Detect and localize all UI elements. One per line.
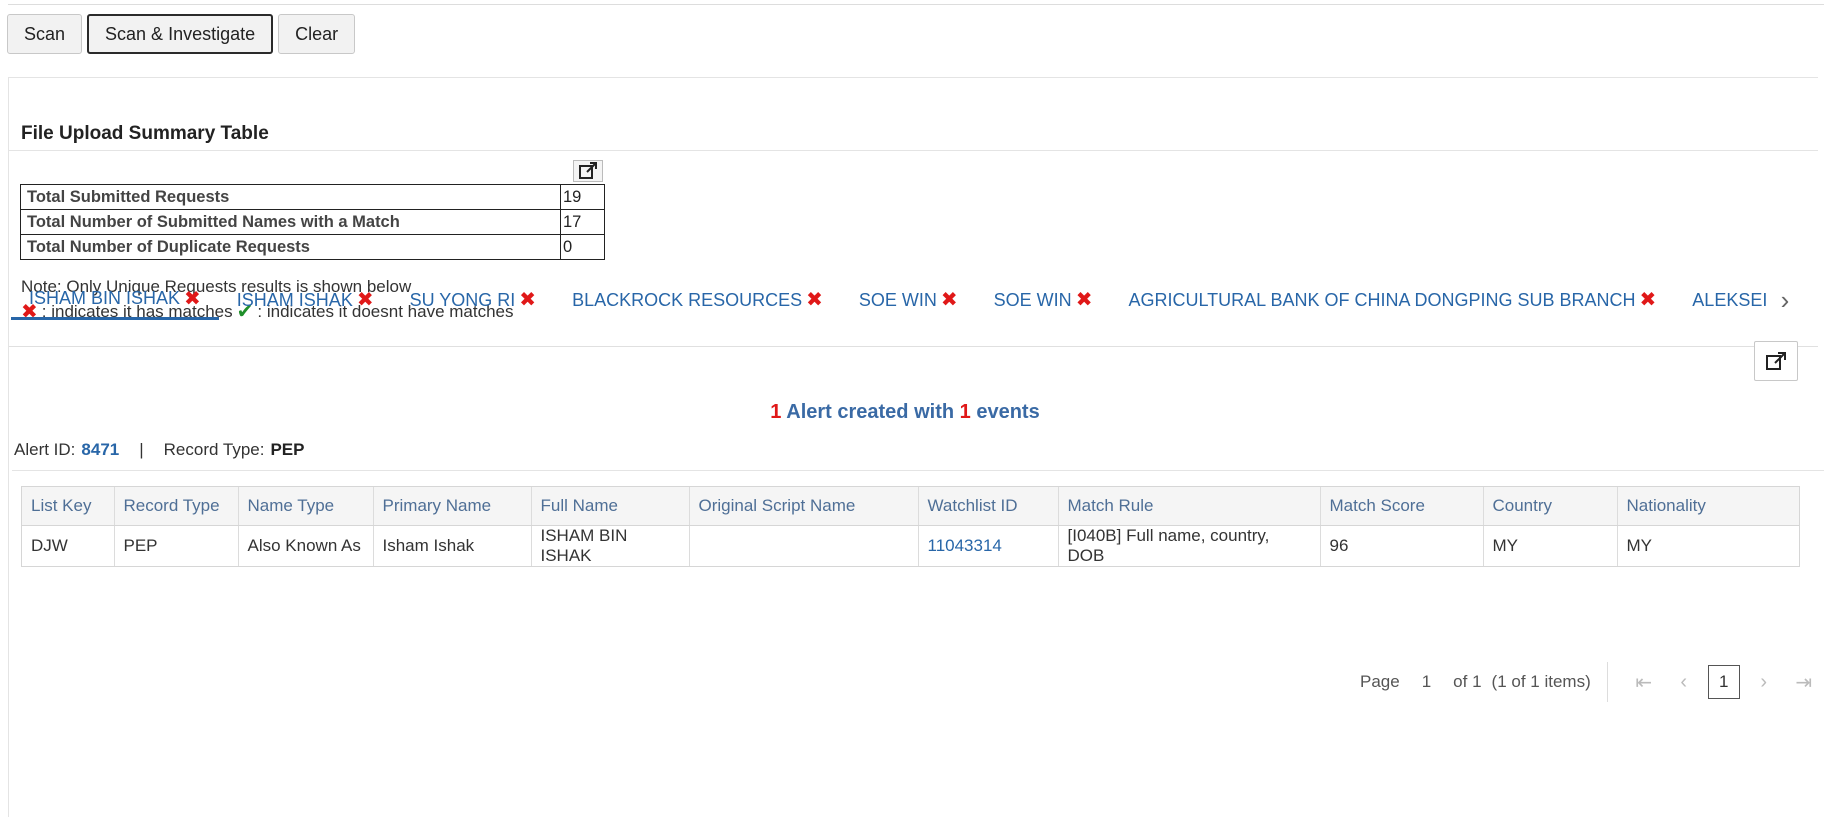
last-page-icon[interactable]: ⇥ [1784,670,1824,695]
external-link-icon [579,162,597,179]
record-type-label: Record Type: [163,440,265,459]
alert-headline: 1 Alert created with 1 events [0,401,1810,424]
summary-label: Total Submitted Requests [20,184,561,210]
tab-aleksei-vasilievich[interactable]: ALEKSEI VASILIEVICH [1674,280,1771,320]
cross-icon: ✖ [519,289,537,311]
table-row[interactable]: DJW PEP Also Known As Isham Ishak ISHAM … [22,525,1799,566]
tab-soe-win-2[interactable]: SOE WIN ✖ [976,280,1111,320]
pager-divider [1606,662,1608,702]
column-header[interactable]: Full Name [531,487,690,526]
current-page-button[interactable]: 1 [1707,665,1740,699]
scan-button[interactable]: Scan [7,14,83,54]
column-header[interactable]: Match Rule [1058,487,1321,526]
tab-soe-win[interactable]: SOE WIN ✖ [841,280,976,320]
tab-label: ISHAM ISHAK [236,289,353,310]
pagination: Page 1 of 1 (1 of 1 items) ⇤ ‹ 1 › ⇥ [1360,662,1824,702]
tabs-divider [9,346,1818,347]
cell-name-type: Also Known As [238,525,374,566]
alert-text-end: events [976,401,1040,423]
summary-value: 17 [560,209,605,235]
column-header[interactable]: Record Type [114,487,239,526]
tab-label: SU YONG RI [409,289,516,310]
meta-divider [12,470,1824,471]
cross-icon: ✖ [940,289,958,311]
cell-match-rule: [I040B] Full name, country, DOB [1058,525,1321,566]
tab-label: ISHAM BIN ISHAK [29,288,181,308]
results-grid: List Key Record Type Name Type Primary N… [21,486,1800,567]
cross-icon: ✖ [806,289,823,311]
summary-row: Total Number of Duplicate Requests 0 [20,234,605,260]
items-count: (1 of 1 items) [1491,672,1591,691]
summary-value: 19 [560,184,605,210]
column-header[interactable]: Primary Name [373,487,532,526]
previous-page-icon[interactable]: ‹ [1664,671,1704,694]
tab-label: ALEKSEI VASILIEVICH [1692,289,1771,310]
title-divider [9,150,1818,151]
cross-icon: ✖ [1639,289,1657,311]
page-input[interactable]: 1 [1400,672,1453,692]
summary-label: Total Number of Submitted Names with a M… [20,209,561,235]
column-header[interactable]: Watchlist ID [918,487,1059,526]
tabs-scroll-right-icon[interactable]: › [1770,280,1800,320]
top-divider [8,4,1824,5]
summary-label: Total Number of Duplicate Requests [20,234,561,260]
next-page-icon[interactable]: › [1744,671,1784,694]
cross-icon: ✖ [356,289,374,311]
summary-row: Total Number of Submitted Names with a M… [20,209,605,235]
column-header[interactable]: Original Script Name [689,487,919,526]
cross-icon: ✖ [184,287,201,310]
tab-su-yong-ri[interactable]: SU YONG RI ✖ [392,280,554,320]
event-count: 1 [959,401,971,423]
cell-nationality: MY [1626,535,1653,555]
column-header[interactable]: Country [1483,487,1618,526]
tab-label: AGRICULTURAL BANK OF CHINA DONGPING SUB … [1128,289,1636,310]
grid-header-row: List Key Record Type Name Type Primary N… [22,487,1799,526]
alert-text: Alert created with [786,401,955,423]
column-header[interactable]: Name Type [238,487,374,526]
column-header[interactable]: Match Score [1320,487,1484,526]
cross-icon: ✖ [1075,289,1093,311]
meta-separator: | [139,440,144,459]
results-export-button[interactable] [1754,341,1798,381]
summary-value: 0 [560,234,605,260]
tab-isham-ishak[interactable]: ISHAM ISHAK ✖ [219,280,392,320]
cell-record-type: PEP [114,525,239,566]
summary-export-button[interactable] [573,160,603,182]
tab-label: SOE WIN [858,289,937,310]
cell-original-script-name [689,525,919,566]
summary-row: Total Submitted Requests 19 [20,184,605,210]
record-type-value: PEP [270,440,305,459]
watchlist-id-link[interactable]: 11043314 [918,525,1059,566]
tab-blackrock-resources[interactable]: BLACKROCK RESOURCES ✖ [554,280,841,320]
cell-match-score: 96 [1320,525,1484,566]
first-page-icon[interactable]: ⇤ [1624,670,1664,695]
cell-full-name: ISHAM BIN ISHAK [531,525,690,566]
tab-label: BLACKROCK RESOURCES [572,289,803,310]
alert-meta: Alert ID: 8471 | Record Type: PEP [14,440,304,460]
column-header[interactable]: List Key [22,487,115,526]
alert-id-link[interactable]: 8471 [81,440,119,460]
summary-title: File Upload Summary Table [21,123,269,144]
scan-investigate-button[interactable]: Scan & Investigate [87,14,274,54]
alert-id-label: Alert ID: [14,440,76,459]
clear-button[interactable]: Clear [278,14,356,54]
page-of-label: of 1 [1453,672,1482,691]
column-header[interactable]: Nationality [1617,487,1799,526]
page-label: Page [1360,672,1400,691]
summary-table: Total Submitted Requests 19 Total Number… [20,184,605,260]
name-tabs: ISHAM BIN ISHAK ✖ ISHAM ISHAK ✖ SU YONG … [11,280,1771,322]
tab-label: SOE WIN [993,289,1072,310]
external-link-icon [1766,352,1786,370]
tab-agricultural-bank[interactable]: AGRICULTURAL BANK OF CHINA DONGPING SUB … [1110,280,1674,320]
action-toolbar: Scan Scan & Investigate Clear [7,14,356,54]
cell-list-key: DJW [22,525,115,566]
tab-isham-bin-ishak[interactable]: ISHAM BIN ISHAK ✖ [11,280,219,320]
cell-country: MY [1483,525,1618,566]
alert-count: 1 [770,401,782,423]
cell-primary-name: Isham Ishak [373,525,532,566]
